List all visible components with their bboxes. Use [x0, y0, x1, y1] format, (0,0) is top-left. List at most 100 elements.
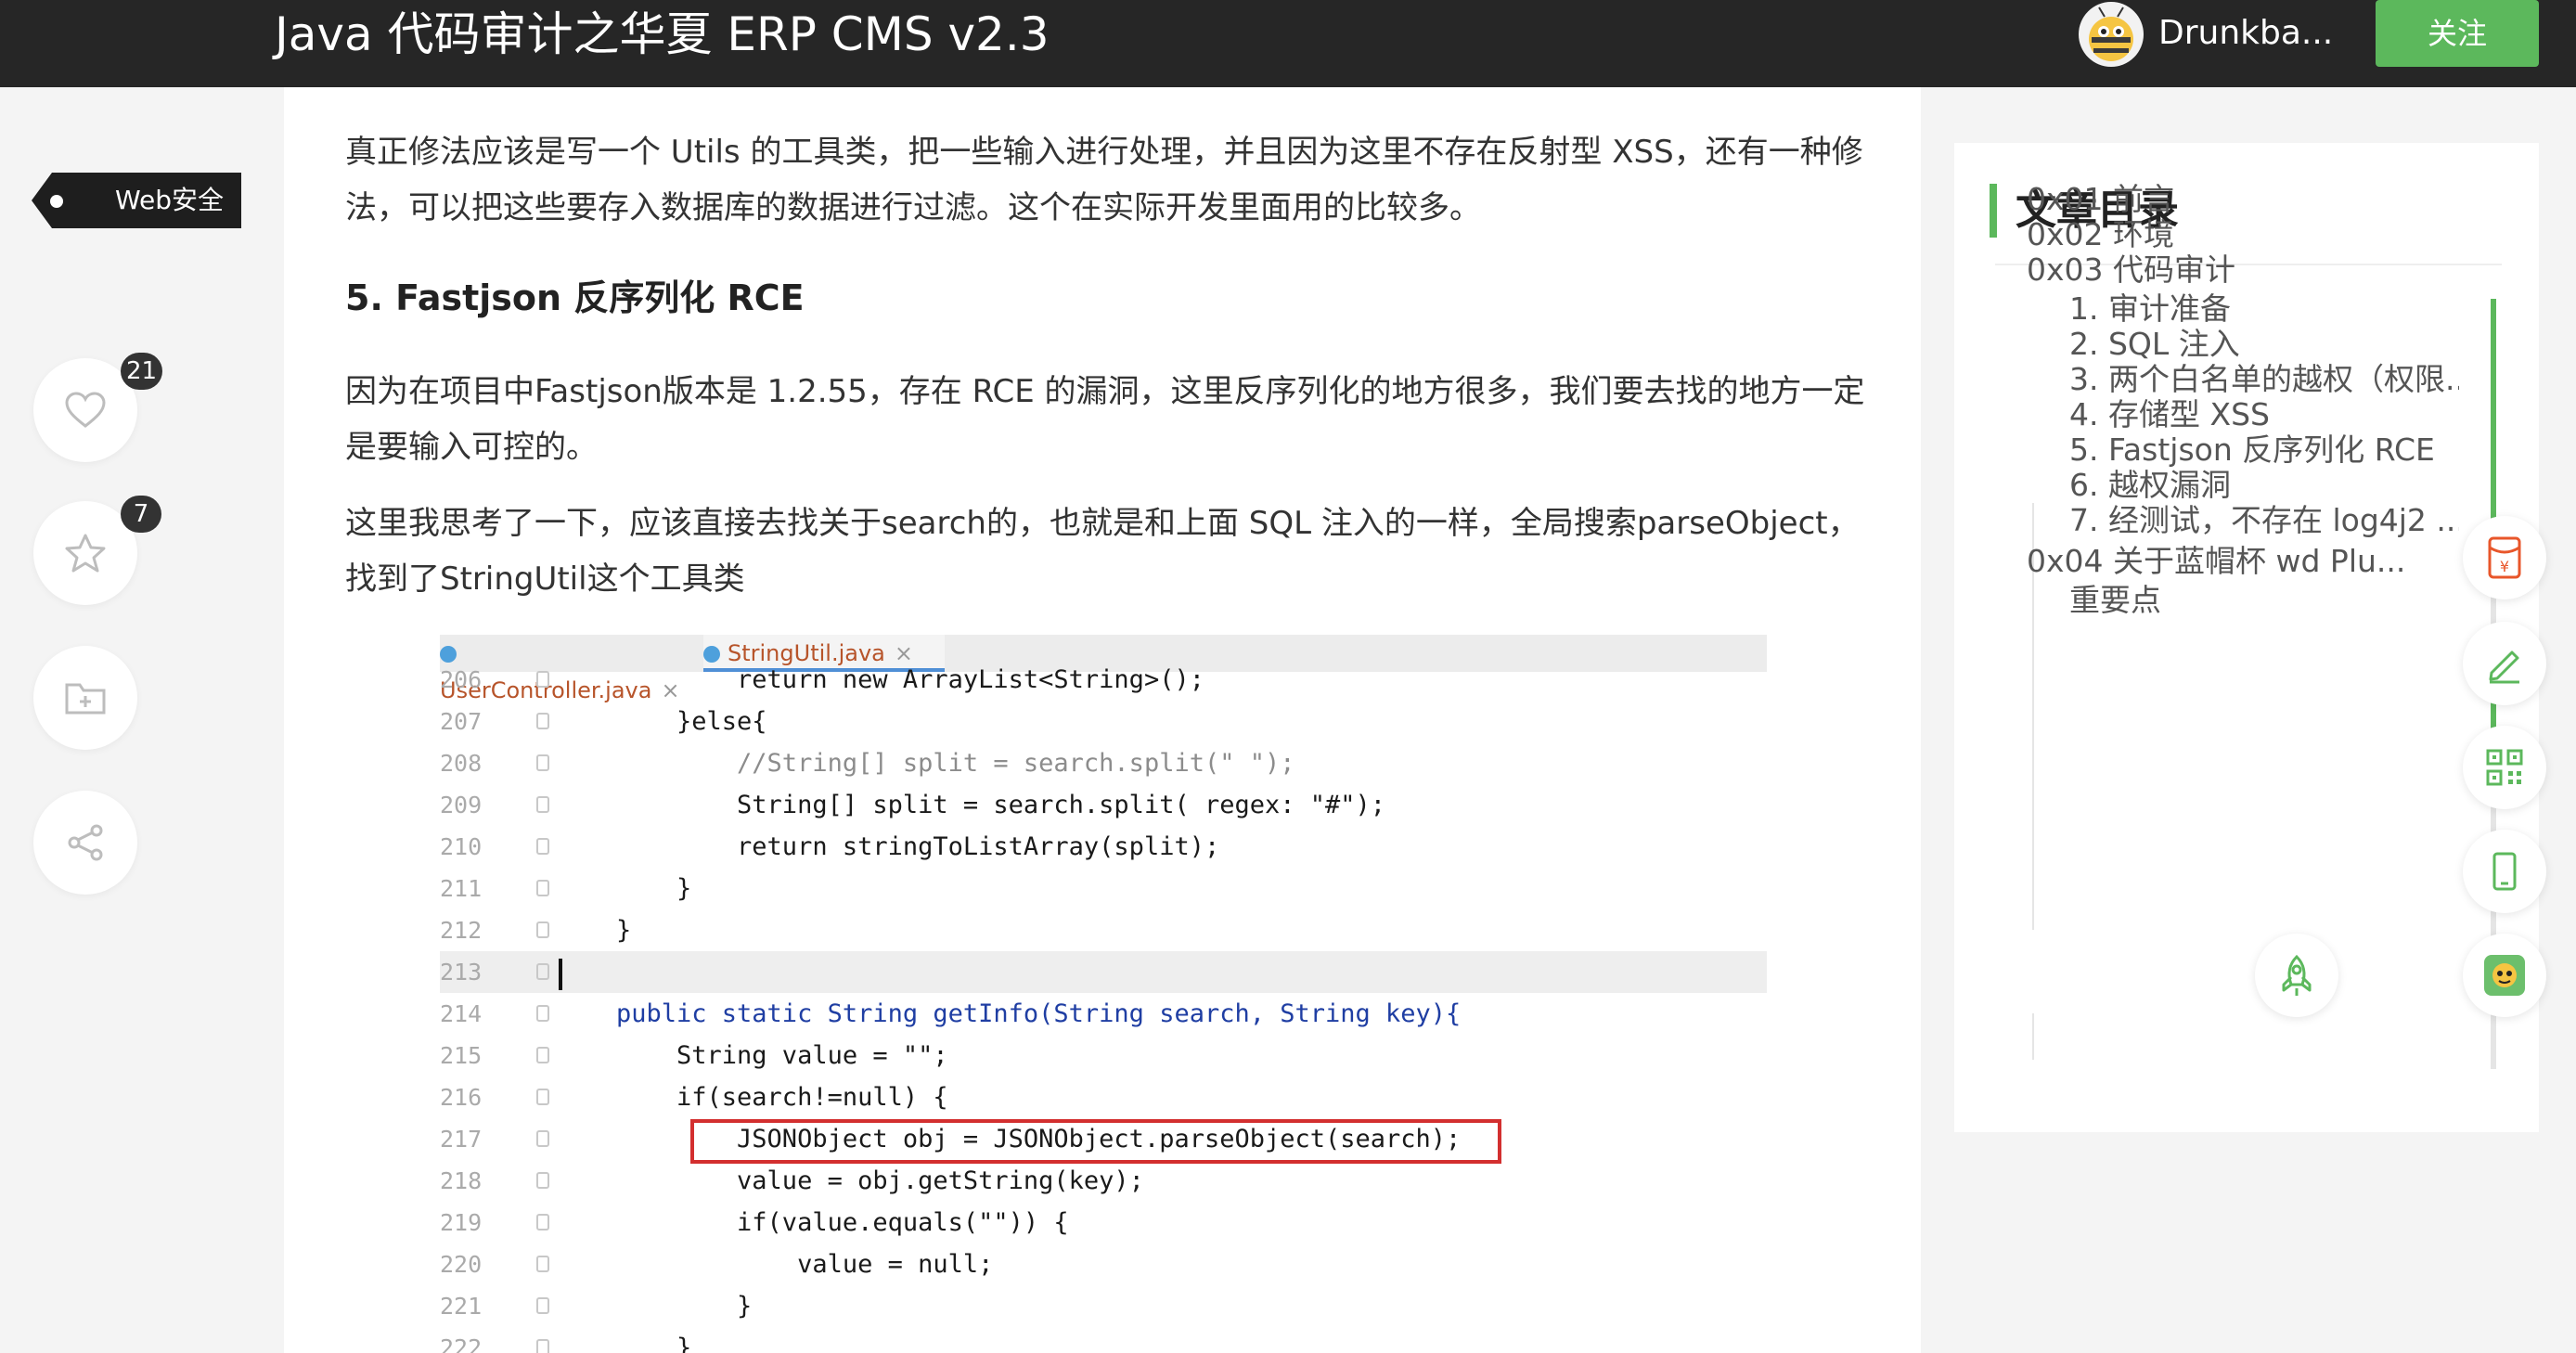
code-text: String[] split = search.split( regex: "#…: [616, 791, 1386, 819]
heart-icon: [65, 392, 106, 428]
fold-marker-icon: [536, 963, 549, 980]
code-line: 216 if(search!=null) {: [440, 1076, 1767, 1118]
toc-title-accent: [1990, 184, 1997, 238]
code-text: return stringToListArray(split);: [616, 832, 1220, 861]
code-text: }: [616, 874, 692, 903]
code-line: 209 String[] split = search.split( regex…: [440, 784, 1767, 826]
code-text: }: [616, 1334, 692, 1353]
code-line: 219 if(value.equals("")) {: [440, 1202, 1767, 1243]
qr-code-icon: [2486, 749, 2523, 786]
fold-marker-icon: [536, 880, 549, 896]
code-line: 207 }else{: [440, 701, 1767, 742]
toc-progress-fill: [2491, 299, 2496, 522]
bee-avatar-icon: [2089, 6, 2133, 61]
table-of-contents: 文章目录 0x01 前言 0x02 环境 0x03 代码审计 1. 审计准备 2. SQ…: [1954, 143, 2539, 1132]
code-text: value = null;: [616, 1250, 994, 1279]
tag-hole-icon: [50, 195, 63, 208]
folder-add-icon: [65, 683, 106, 715]
username[interactable]: Drunkba...: [2158, 7, 2333, 59]
fold-marker-icon: [536, 1297, 549, 1314]
category-tag-label: Web安全: [115, 185, 225, 215]
line-number: 219: [440, 1209, 483, 1236]
line-number: 209: [440, 792, 483, 818]
pencil-icon: [2489, 651, 2519, 684]
fold-marker-icon: [536, 713, 549, 729]
code-text: }else{: [616, 707, 767, 736]
code-line: 213: [440, 951, 1767, 993]
like-button[interactable]: 21: [33, 353, 163, 462]
share-icon: [68, 824, 103, 861]
line-number: 218: [440, 1167, 483, 1194]
paragraph: 因为在项目中Fastjson版本是 1.2.55，存在 RCE 的漏洞，这里反序…: [345, 373, 1865, 466]
fold-marker-icon: [536, 1047, 549, 1063]
share-button[interactable]: [33, 791, 137, 895]
reward-button[interactable]: ¥: [2463, 516, 2546, 599]
code-line: 206 return new ArrayList<String>();: [440, 659, 1767, 701]
follow-button[interactable]: 关注: [2376, 0, 2539, 67]
code-text: return new ArrayList<String>();: [616, 665, 1204, 694]
code-text: String value = "";: [616, 1041, 948, 1070]
paragraph: 这里我思考了一下，应该直接去找关于search的，也就是和上面 SQL 注入的一…: [345, 505, 1860, 598]
line-number: 208: [440, 750, 483, 777]
code-text: }: [616, 916, 632, 945]
code-text: public static String getInfo(String sear…: [616, 999, 1462, 1028]
toc-item[interactable]: 重要点: [2069, 577, 2459, 624]
fold-marker-icon: [536, 1214, 549, 1231]
code-line: 212}: [440, 909, 1767, 951]
highlight-box: [690, 1119, 1501, 1164]
line-number: 214: [440, 1000, 483, 1027]
code-screenshot: UserController.java × StringUtil.java × 20…: [440, 635, 1767, 1353]
top-bar: Java 代码审计之华夏 ERP CMS v2.3 Drunkba... 关注: [0, 0, 2576, 87]
line-number: 216: [440, 1084, 483, 1111]
line-number: 221: [440, 1293, 483, 1320]
fold-marker-icon: [536, 1172, 549, 1189]
fold-marker-icon: [536, 1130, 549, 1147]
fold-marker-icon: [536, 838, 549, 855]
avatar[interactable]: [2079, 2, 2144, 67]
line-number: 210: [440, 833, 483, 860]
fold-marker-icon: [536, 1256, 549, 1272]
code-line: 215 String value = "";: [440, 1035, 1767, 1076]
back-to-top-button[interactable]: [2255, 934, 2338, 1017]
code-text: }: [616, 1292, 753, 1321]
text-caret: [559, 959, 562, 990]
favorite-count-badge: 7: [121, 496, 161, 533]
code-line: 210 return stringToListArray(split);: [440, 826, 1767, 868]
line-number: 222: [440, 1334, 483, 1353]
code-line: 221 }: [440, 1285, 1767, 1327]
line-number: 211: [440, 875, 483, 902]
fold-marker-icon: [536, 1005, 549, 1022]
code-text: //String[] split = search.split(" ");: [616, 749, 1295, 778]
edit-button[interactable]: [2463, 622, 2546, 705]
code-text: if(search!=null) {: [616, 1083, 948, 1112]
fold-marker-icon: [536, 671, 549, 688]
fold-marker-icon: [536, 1089, 549, 1105]
code-line: 220 value = null;: [440, 1243, 1767, 1285]
code-line: 218 value = obj.getString(key);: [440, 1160, 1767, 1202]
line-number: 213: [440, 959, 483, 986]
mascot-icon: [2484, 955, 2525, 996]
star-icon: [65, 534, 106, 573]
mascot-button[interactable]: [2463, 934, 2546, 1017]
favorite-button[interactable]: 7: [33, 496, 161, 605]
like-count-badge: 21: [121, 353, 163, 390]
line-number: 220: [440, 1251, 483, 1278]
line-number: 215: [440, 1042, 483, 1069]
line-number: 207: [440, 708, 483, 735]
code-line: 222 }: [440, 1327, 1767, 1353]
category-tag[interactable]: Web安全: [32, 173, 241, 228]
fold-marker-icon: [536, 796, 549, 813]
add-to-folder-button[interactable]: [33, 646, 137, 750]
mobile-view-button[interactable]: [2463, 830, 2546, 913]
mobile-phone-icon: [2492, 852, 2517, 891]
fold-marker-icon: [536, 1339, 549, 1353]
toc-indent-line: [2032, 1013, 2034, 1060]
page-title: Java 代码审计之华夏 ERP CMS v2.3: [275, 7, 1050, 61]
fold-marker-icon: [536, 921, 549, 938]
line-number: 217: [440, 1126, 483, 1153]
code-text: value = obj.getString(key);: [616, 1166, 1144, 1195]
code-text: if(value.equals("")) {: [616, 1208, 1069, 1237]
qr-code-button[interactable]: [2463, 726, 2546, 809]
code-line: 208 //String[] split = search.split(" ")…: [440, 742, 1767, 784]
toc-item[interactable]: 7. 经测试，不存在 log4j2 ...: [2069, 497, 2459, 544]
